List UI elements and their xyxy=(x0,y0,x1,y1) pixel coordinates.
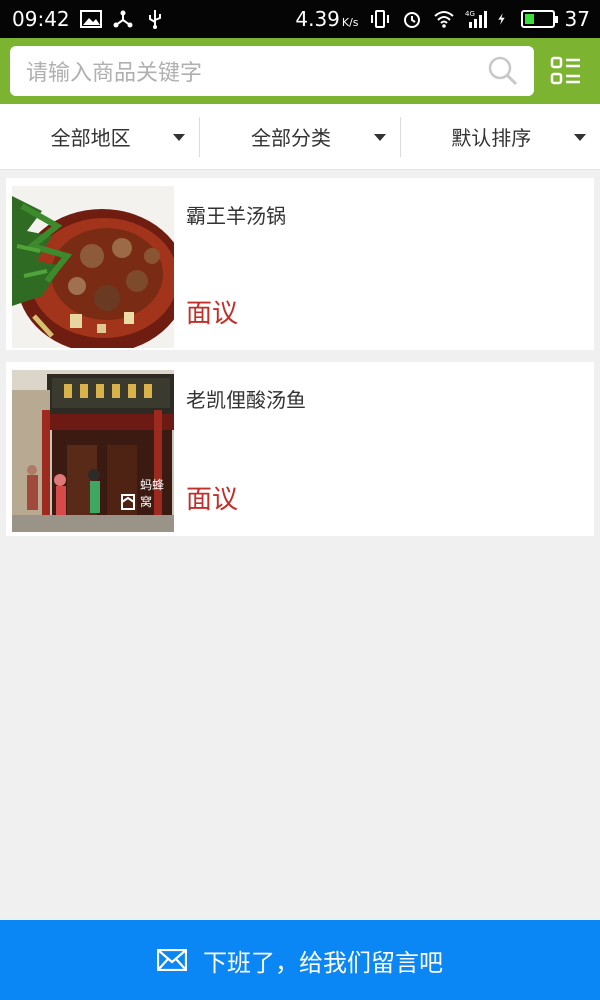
app-screen: 09:42 4.39 K/s 4G 37 请输入商品关键字 全部地区 全部分类 … xyxy=(0,0,600,1000)
status-bar-right: 4.39 K/s 4G 37 xyxy=(295,7,590,31)
chevron-down-icon xyxy=(373,133,386,141)
status-time: 09:42 xyxy=(12,7,70,31)
alarm-icon xyxy=(403,12,420,28)
status-bar-left: 09:42 xyxy=(12,7,166,31)
search-input[interactable]: 请输入商品关键字 xyxy=(10,46,534,96)
share-icon xyxy=(113,10,133,28)
leave-message-label: 下班了，给我们留言吧 xyxy=(203,948,443,977)
search-placeholder: 请输入商品关键字 xyxy=(26,61,203,86)
filter-category[interactable]: 全部分类 xyxy=(199,116,399,157)
filter-sort-label: 默认排序 xyxy=(451,126,532,150)
list-item[interactable]: 蚂蜂窝 老凯俚酸汤鱼 面议 xyxy=(6,362,594,536)
chevron-down-icon xyxy=(573,133,586,141)
battery-percent: 37 xyxy=(564,7,590,31)
mail-icon xyxy=(157,949,187,971)
filter-region[interactable]: 全部地区 xyxy=(0,117,199,157)
item-title[interactable]: 老凯俚酸汤鱼 xyxy=(186,384,588,413)
signal-label: 4G xyxy=(465,10,475,18)
status-bar: 09:42 4.39 K/s 4G 37 xyxy=(0,0,600,38)
filter-category-label: 全部分类 xyxy=(250,126,331,150)
battery-icon xyxy=(520,10,558,28)
item-info: 老凯俚酸汤鱼 面议 xyxy=(174,370,588,528)
image-watermark: 蚂蜂窝 xyxy=(140,478,165,509)
signal-icon: 4G xyxy=(465,10,487,28)
lamb-hotpot-photo[interactable] xyxy=(12,186,174,348)
speed-unit: K/s xyxy=(341,16,359,29)
image-icon xyxy=(79,10,102,28)
filter-region-label: 全部地区 xyxy=(50,126,131,150)
chevron-down-icon xyxy=(173,133,186,141)
item-title[interactable]: 霸王羊汤锅 xyxy=(186,200,588,229)
charging-icon xyxy=(497,13,505,25)
item-info: 霸王羊汤锅 面议 xyxy=(174,186,588,342)
vibrate-icon xyxy=(370,10,389,28)
item-price: 面议 xyxy=(186,485,239,515)
search-icon[interactable] xyxy=(488,56,518,86)
search-header: 请输入商品关键字 xyxy=(0,38,600,104)
restaurant-storefront-photo[interactable]: 蚂蜂窝 xyxy=(12,370,174,532)
filter-bar: 全部地区 全部分类 默认排序 xyxy=(0,104,600,170)
filter-sort[interactable]: 默认排序 xyxy=(399,116,600,157)
network-speed: 4.39 K/s xyxy=(295,7,359,31)
list-item[interactable]: 霸王羊汤锅 面议 xyxy=(6,178,594,350)
usb-icon xyxy=(148,10,161,29)
item-price: 面议 xyxy=(186,299,239,329)
battery-level xyxy=(524,14,535,24)
leave-message-button[interactable]: 下班了，给我们留言吧 xyxy=(0,920,600,1000)
list-menu-icon[interactable] xyxy=(550,55,582,87)
wifi-icon xyxy=(433,11,454,28)
